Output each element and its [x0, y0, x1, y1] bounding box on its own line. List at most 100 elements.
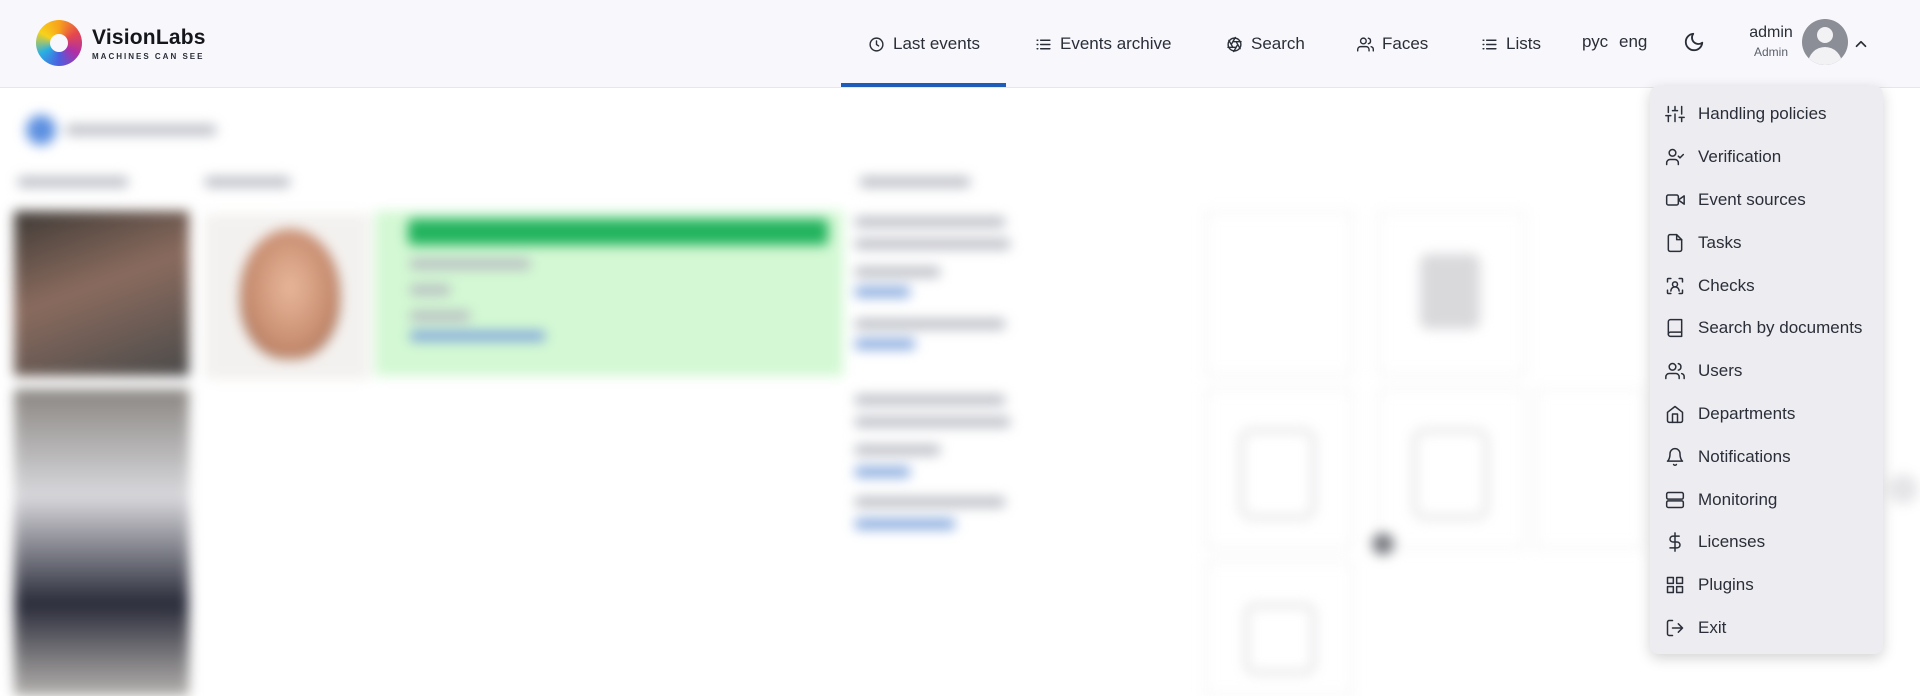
menu-item-monitoring[interactable]: Monitoring	[1650, 478, 1883, 521]
blurred-link	[855, 467, 910, 477]
user-role: Admin	[1753, 45, 1788, 59]
blurred-link	[410, 331, 545, 341]
nav-faces[interactable]: Faces	[1357, 0, 1428, 88]
menu-item-plugins[interactable]: Plugins	[1650, 564, 1883, 607]
attribute-card	[1535, 389, 1645, 549]
menu-item-label: Search by documents	[1698, 318, 1863, 338]
brand: VisionLabs MACHINES CAN SEE	[92, 26, 206, 61]
menu-item-notifications[interactable]: Notifications	[1650, 435, 1883, 478]
event-image	[14, 211, 189, 376]
attribute-card	[1205, 211, 1353, 376]
list-icon	[1482, 39, 1497, 49]
book-icon	[1667, 319, 1683, 338]
menu-item-label: Exit	[1698, 617, 1727, 637]
blurred-text	[855, 445, 940, 455]
video-icon	[1665, 194, 1685, 206]
visionlabs-logo[interactable]	[36, 20, 82, 66]
blurred-text	[66, 125, 216, 135]
blurred-text	[410, 285, 450, 295]
blurred-text	[855, 267, 940, 277]
blurred-text	[855, 239, 1010, 249]
blurred-text	[860, 177, 970, 187]
nav-label: Lists	[1506, 34, 1541, 53]
menu-item-tasks[interactable]: Tasks	[1650, 221, 1883, 264]
menu-item-label: Plugins	[1698, 575, 1754, 595]
menu-item-handling-policies[interactable]: Handling policies	[1650, 93, 1883, 136]
blurred-link	[855, 287, 910, 297]
blurred-text	[855, 319, 1005, 329]
lang-en[interactable]: eng	[1619, 32, 1647, 52]
nav-events-archive[interactable]: Events archive	[1035, 0, 1172, 88]
menu-item-label: Notifications	[1698, 446, 1791, 466]
blurred-text	[18, 177, 128, 187]
moon-icon[interactable]	[1683, 31, 1705, 53]
toggle-icon	[26, 115, 56, 145]
nav-label: Faces	[1382, 34, 1429, 53]
menu-item-label: Departments	[1698, 403, 1796, 423]
menu-item-users[interactable]: Users	[1650, 350, 1883, 393]
user-dropdown-menu: Handling policies Verification Event sou…	[1650, 86, 1883, 654]
list-icon	[1036, 39, 1051, 49]
menu-item-label: Tasks	[1698, 232, 1742, 252]
user-name: admin	[1749, 24, 1793, 41]
lang-ru[interactable]: рус	[1582, 32, 1608, 52]
blurred-events-content	[0, 89, 1920, 696]
match-bar	[408, 219, 828, 245]
menu-item-departments[interactable]: Departments	[1650, 393, 1883, 436]
nav-label: Last events	[893, 34, 980, 53]
file-icon	[1667, 233, 1683, 252]
blurred-text	[855, 417, 1010, 427]
attribute-icon	[1245, 604, 1315, 674]
blurred-text	[410, 311, 470, 321]
nav-label: Search	[1251, 34, 1305, 53]
menu-item-licenses[interactable]: Licenses	[1650, 521, 1883, 564]
blurred-text	[855, 217, 1005, 227]
avatar[interactable]	[1802, 19, 1848, 65]
attribute-icon	[1413, 429, 1488, 519]
log-out-icon	[1666, 619, 1684, 637]
blurred-link	[855, 339, 915, 349]
chevron-up-icon[interactable]	[1852, 35, 1870, 53]
attribute-icon	[1420, 254, 1480, 329]
menu-item-label: Verification	[1698, 147, 1782, 167]
clock-icon	[869, 36, 884, 52]
active-tab-indicator	[841, 83, 1006, 87]
menu-item-event-sources[interactable]: Event sources	[1650, 179, 1883, 222]
home-icon	[1666, 405, 1684, 424]
bell-icon	[1666, 447, 1684, 466]
nav-search[interactable]: Search	[1226, 0, 1305, 88]
user-check-icon	[1665, 148, 1685, 166]
scroll-dot	[1372, 533, 1394, 555]
menu-item-checks[interactable]: Checks	[1650, 264, 1883, 307]
brand-tagline: MACHINES CAN SEE	[92, 52, 205, 61]
menu-item-label: Licenses	[1698, 532, 1766, 552]
event-image	[14, 389, 189, 696]
menu-item-label: Event sources	[1698, 189, 1806, 209]
face-scan-icon	[1666, 277, 1684, 294]
blurred-text	[855, 395, 1005, 405]
nav-lists[interactable]: Lists	[1481, 0, 1541, 88]
menu-item-search-by-documents[interactable]: Search by documents	[1650, 307, 1883, 350]
server-icon	[1665, 491, 1685, 508]
sliders-icon	[1665, 106, 1685, 123]
avatar-body	[1808, 47, 1842, 65]
menu-item-label: Users	[1698, 361, 1743, 381]
side-button	[1888, 474, 1918, 504]
menu-item-label: Handling policies	[1698, 104, 1827, 124]
grid-icon	[1666, 576, 1684, 594]
menu-item-label: Monitoring	[1698, 489, 1778, 509]
face-photo-shape	[240, 229, 340, 359]
nav-last-events[interactable]: Last events	[868, 0, 980, 88]
top-header: VisionLabs MACHINES CAN SEE Last events …	[0, 0, 1920, 88]
menu-item-verification[interactable]: Verification	[1650, 136, 1883, 179]
blurred-text	[205, 177, 290, 187]
users-icon	[1665, 362, 1685, 380]
blurred-text	[410, 259, 530, 269]
nav-label: Events archive	[1060, 34, 1172, 53]
dollar-icon	[1669, 532, 1681, 553]
brand-name: VisionLabs	[92, 26, 206, 49]
menu-item-exit[interactable]: Exit	[1650, 607, 1883, 650]
blurred-text	[855, 497, 1005, 507]
users-icon	[1357, 36, 1374, 52]
aperture-icon	[1227, 36, 1242, 52]
